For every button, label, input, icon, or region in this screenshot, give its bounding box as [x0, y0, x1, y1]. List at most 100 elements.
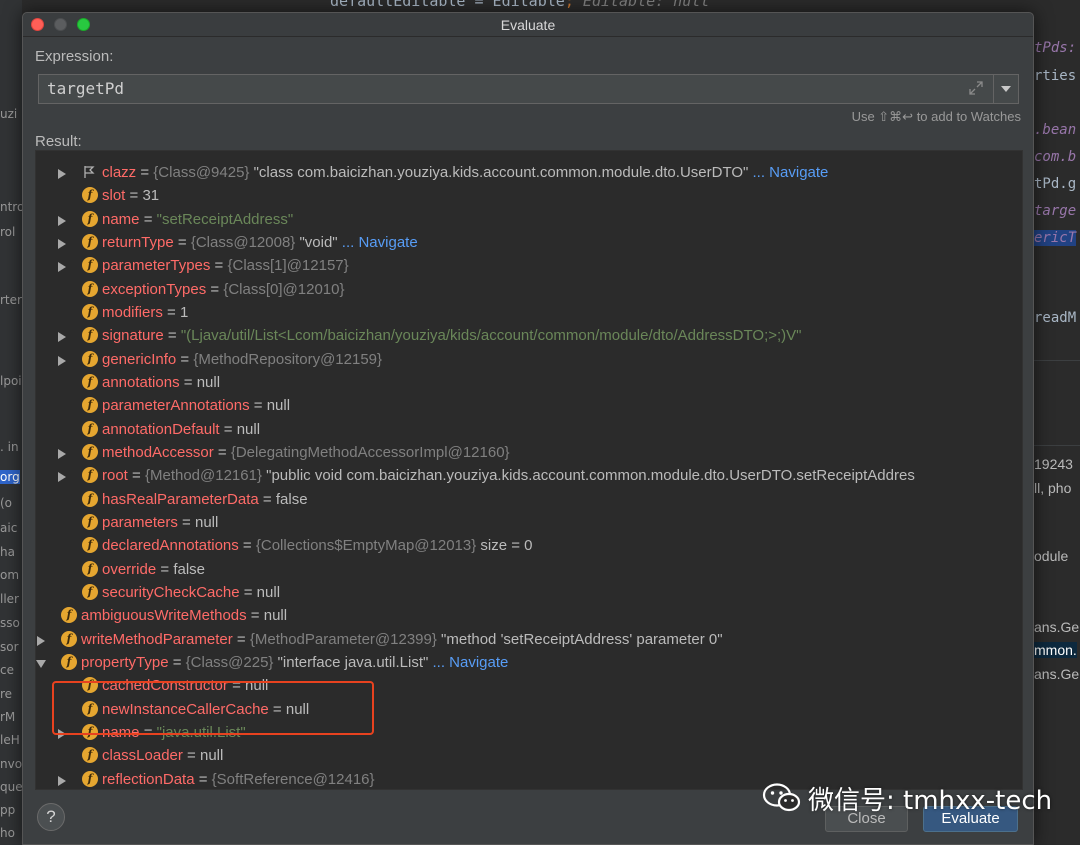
field-icon: f: [82, 560, 98, 577]
expand-arrow-icon[interactable]: [37, 635, 45, 646]
field-name: name: [102, 723, 140, 741]
dialog-title: Evaluate: [500, 17, 556, 33]
expand-arrow-icon[interactable]: [58, 169, 66, 179]
bg-divider: [1034, 445, 1080, 446]
tree-row[interactable]: f declaredAnnotations = {Collections$Empt…: [36, 534, 1022, 557]
expand-arrow-icon[interactable]: [58, 775, 66, 786]
field-icon: f: [82, 513, 98, 530]
field-name: securityCheckCache: [102, 583, 240, 601]
dialog-titlebar: Evaluate: [23, 13, 1033, 37]
expand-arrow-icon[interactable]: [58, 448, 66, 459]
equals-sign: =: [232, 630, 250, 648]
bg-right-fragment: odule: [1034, 548, 1069, 564]
tree-row[interactable]: f propertyType = {Class@225} "interface j…: [36, 651, 1022, 674]
field-value: null: [245, 677, 269, 695]
tree-row[interactable]: f returnType = {Class@12008} "void" ... N…: [36, 231, 1022, 254]
expand-icon[interactable]: [969, 81, 983, 95]
tree-row[interactable]: clazz = {Class@9425} "class com.baicizha…: [36, 161, 1022, 184]
expand-arrow-icon[interactable]: [58, 728, 66, 739]
field-icon: f: [82, 350, 98, 367]
tree-row[interactable]: f hasRealParameterData = false: [36, 488, 1022, 511]
tree-row[interactable]: f name = "java.util.List": [36, 721, 1022, 744]
tree-row[interactable]: f genericInfo = {MethodRepository@12159}: [36, 348, 1022, 371]
collapse-arrow-icon[interactable]: [36, 659, 46, 668]
tree-row[interactable]: f exceptionTypes = {Class[0]@12010}: [36, 278, 1022, 301]
expand-arrow-icon[interactable]: [58, 238, 66, 249]
equals-sign: =: [238, 537, 256, 555]
tree-row[interactable]: f root = {Method@12161} "public void com.…: [36, 464, 1022, 487]
tree-row[interactable]: f annotations = null: [36, 371, 1022, 394]
navigate-link[interactable]: ... Navigate: [338, 234, 418, 251]
field-name: newInstanceCallerCache: [102, 700, 269, 718]
tree-row-text: reflectionData = {SoftReference@12416}: [102, 768, 375, 789]
expand-arrow-icon[interactable]: [58, 215, 66, 226]
field-value: size = 0: [476, 537, 533, 555]
tree-row[interactable]: f modifiers = 1: [36, 301, 1022, 324]
tree-row[interactable]: f slot = 31: [36, 184, 1022, 207]
tree-row[interactable]: f name = "setReceiptAddress": [36, 208, 1022, 231]
field-value: "class com.baicizhan.youziya.kids.accoun…: [249, 164, 749, 181]
tree-row[interactable]: f writeMethodParameter = {MethodParameter…: [36, 628, 1022, 651]
bg-left-fragment: uzi: [0, 107, 18, 121]
expand-arrow-icon[interactable]: [58, 355, 66, 366]
navigate-link[interactable]: ... Navigate: [428, 654, 508, 671]
equals-sign: =: [179, 373, 197, 391]
equals-sign: =: [176, 350, 194, 368]
evaluate-dialog: Evaluate Expression: Use ⇧⌘↩ to add to W…: [22, 12, 1034, 845]
field-value: null: [285, 700, 310, 718]
tree-row[interactable]: f methodAccessor = {DelegatingMethodAcces…: [36, 441, 1022, 464]
tree-row[interactable]: f parameterTypes = {Class[1]@12157}: [36, 254, 1022, 277]
field-icon: f: [82, 420, 98, 437]
equals-sign: =: [162, 303, 180, 321]
equals-sign: =: [210, 257, 228, 275]
field-icon: f: [82, 700, 98, 717]
equals-sign: =: [139, 723, 157, 741]
bg-left-fragment: leH: [0, 733, 20, 747]
field-icon: f: [61, 653, 77, 670]
field-name: exceptionTypes: [102, 280, 207, 298]
field-name: ambiguousWriteMethods: [81, 607, 247, 625]
expand-arrow-icon[interactable]: [58, 472, 66, 483]
expand-arrow-icon[interactable]: [58, 332, 66, 343]
field-value: false: [173, 560, 205, 578]
tree-row[interactable]: f ambiguousWriteMethods = null: [36, 604, 1022, 627]
equals-sign: =: [163, 327, 181, 345]
watermark-text: 微信号: tmhxx-tech: [808, 786, 1053, 816]
bg-left-fragment: org: [0, 470, 20, 484]
field-name: parameters: [102, 513, 178, 531]
tree-row[interactable]: f annotationDefault = null: [36, 418, 1022, 441]
object-reference: {SoftReference@12416}: [211, 770, 375, 788]
field-icon: f: [82, 303, 98, 320]
bg-left-fragment: ha: [0, 545, 15, 559]
equals-sign: =: [219, 420, 237, 438]
navigate-link[interactable]: ... Navigate: [748, 164, 829, 181]
tree-row-text: writeMethodParameter = {MethodParameter@…: [81, 628, 723, 651]
field-icon: f: [82, 490, 98, 507]
result-label: Result:: [35, 133, 82, 150]
bg-left-fragment: nvo: [0, 757, 22, 771]
tree-row[interactable]: f parameters = null: [36, 511, 1022, 534]
equals-sign: =: [227, 677, 246, 695]
bg-left-fragment: om: [0, 568, 20, 582]
tree-row[interactable]: f cachedConstructor = null: [36, 674, 1022, 697]
tree-row[interactable]: f securityCheckCache = null: [36, 581, 1022, 604]
field-icon: f: [82, 187, 98, 204]
field-value: null: [200, 747, 224, 765]
expression-input[interactable]: [47, 79, 947, 98]
bg-right-fragment: readM: [1034, 310, 1077, 326]
tree-row[interactable]: f override = false: [36, 558, 1022, 581]
history-dropdown-button[interactable]: [994, 74, 1019, 104]
tree-row[interactable]: f signature = "(Ljava/util/List<Lcom/baic…: [36, 324, 1022, 347]
field-name: writeMethodParameter: [81, 630, 233, 648]
expand-arrow-icon[interactable]: [58, 262, 66, 273]
bg-left-fragment: rter: [0, 293, 22, 307]
tree-row-text: securityCheckCache = null: [102, 581, 280, 604]
tree-row[interactable]: f classLoader = null: [36, 744, 1022, 767]
expression-field[interactable]: [38, 74, 994, 104]
result-tree[interactable]: clazz = {Class@9425} "class com.baicizha…: [35, 150, 1023, 790]
tree-row-text: root = {Method@12161} "public void com.b…: [102, 464, 915, 487]
background-left-panel: uzi ntro rol rter lpoi . in org (o aic ha om ller ss…: [0, 0, 22, 845]
help-button[interactable]: ?: [37, 803, 65, 831]
tree-row[interactable]: f newInstanceCallerCache = null: [36, 698, 1022, 721]
tree-row[interactable]: f parameterAnnotations = null: [36, 394, 1022, 417]
